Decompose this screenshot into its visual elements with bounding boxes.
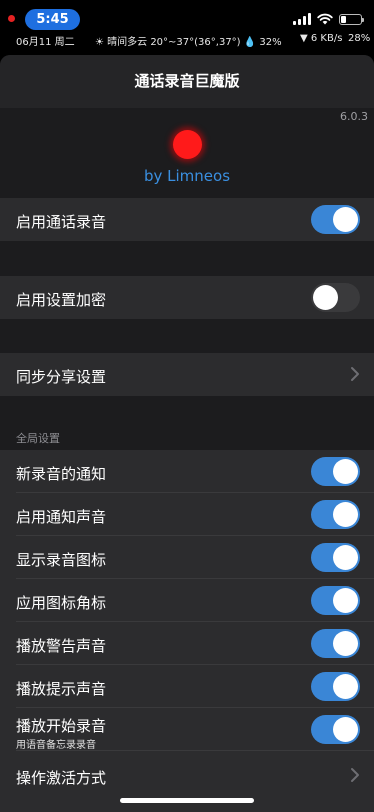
status-time[interactable]: 5:45 bbox=[25, 9, 80, 30]
global-item: 启用通知声音 bbox=[0, 493, 374, 536]
play-warning-sound-toggle[interactable] bbox=[311, 629, 360, 658]
global-item: 新录音的通知 bbox=[0, 450, 374, 493]
toggle-knob bbox=[333, 459, 358, 484]
toggle-knob bbox=[333, 207, 358, 232]
global-item-label: 播放提示声音 bbox=[16, 680, 107, 698]
global-item-label: 应用图标角标 bbox=[16, 594, 107, 612]
play-hint-sound-toggle[interactable] bbox=[311, 672, 360, 701]
activation-method-label: 操作激活方式 bbox=[16, 769, 107, 787]
global-item: 播放提示声音 bbox=[0, 665, 374, 708]
global-item: 播放开始录音 用语音备忘录录音 bbox=[0, 708, 374, 751]
enable-encryption-cell: 启用设置加密 bbox=[0, 276, 374, 319]
info-battery-percent: 28% bbox=[348, 33, 371, 44]
toggle-knob bbox=[333, 717, 358, 742]
enable-encryption-toggle[interactable] bbox=[311, 283, 360, 312]
info-bar: 06月11 周二 ☀ 晴间多云 20°~37°(36°,37°) 💧 32% ▼… bbox=[0, 30, 374, 50]
global-item-label: 新录音的通知 bbox=[16, 465, 107, 483]
battery-icon bbox=[339, 13, 364, 25]
enable-recording-label: 启用通话录音 bbox=[16, 213, 107, 231]
toggle-knob bbox=[313, 285, 338, 310]
global-item: 应用图标角标 bbox=[0, 579, 374, 622]
new-recording-notification-toggle[interactable] bbox=[311, 457, 360, 486]
global-item: 显示录音图标 bbox=[0, 536, 374, 579]
global-settings-header: 全局设置 bbox=[16, 432, 60, 445]
global-item-sublabel: 用语音备忘录录音 bbox=[16, 740, 96, 751]
enable-recording-toggle[interactable] bbox=[311, 205, 360, 234]
home-indicator[interactable] bbox=[120, 798, 254, 803]
enable-encryption-label: 启用设置加密 bbox=[16, 291, 107, 309]
settings-sheet: 通话录音巨魔版 6.0.3 by Limneos 启用通话录音 启用设置加密 同… bbox=[0, 55, 374, 812]
wifi-icon bbox=[317, 13, 333, 25]
toggle-knob bbox=[333, 674, 358, 699]
global-item: 播放警告声音 bbox=[0, 622, 374, 665]
app-header: by Limneos bbox=[0, 108, 374, 198]
chevron-right-icon bbox=[351, 768, 359, 782]
info-date: 06月11 周二 bbox=[16, 37, 75, 48]
cellular-signal-icon bbox=[293, 13, 311, 25]
toggle-knob bbox=[333, 502, 358, 527]
page-title: 通话录音巨魔版 bbox=[0, 55, 374, 108]
info-network-speed: ▼ 6 KB/s bbox=[300, 33, 343, 44]
show-recording-icon-toggle[interactable] bbox=[311, 543, 360, 572]
sync-share-label: 同步分享设置 bbox=[16, 368, 107, 386]
global-item-label: 播放警告声音 bbox=[16, 637, 107, 655]
global-item-label: 启用通知声音 bbox=[16, 508, 107, 526]
sync-share-cell[interactable]: 同步分享设置 bbox=[0, 353, 374, 396]
author-byline[interactable]: by Limneos bbox=[0, 167, 374, 185]
status-bar: 5:45 bbox=[0, 0, 374, 30]
chevron-right-icon bbox=[351, 367, 359, 381]
record-dot-icon bbox=[173, 130, 202, 159]
global-item-label: 显示录音图标 bbox=[16, 551, 107, 569]
toggle-knob bbox=[333, 631, 358, 656]
play-start-recording-toggle[interactable] bbox=[311, 715, 360, 744]
info-weather: ☀ 晴间多云 20°~37°(36°,37°) 💧 32% bbox=[95, 37, 282, 48]
toggle-knob bbox=[333, 588, 358, 613]
notification-sound-toggle[interactable] bbox=[311, 500, 360, 529]
enable-recording-cell: 启用通话录音 bbox=[0, 198, 374, 241]
global-item-label: 播放开始录音 bbox=[16, 717, 107, 735]
recording-indicator-icon bbox=[8, 15, 15, 22]
toggle-knob bbox=[333, 545, 358, 570]
status-icons bbox=[293, 12, 364, 26]
app-icon-badge-toggle[interactable] bbox=[311, 586, 360, 615]
